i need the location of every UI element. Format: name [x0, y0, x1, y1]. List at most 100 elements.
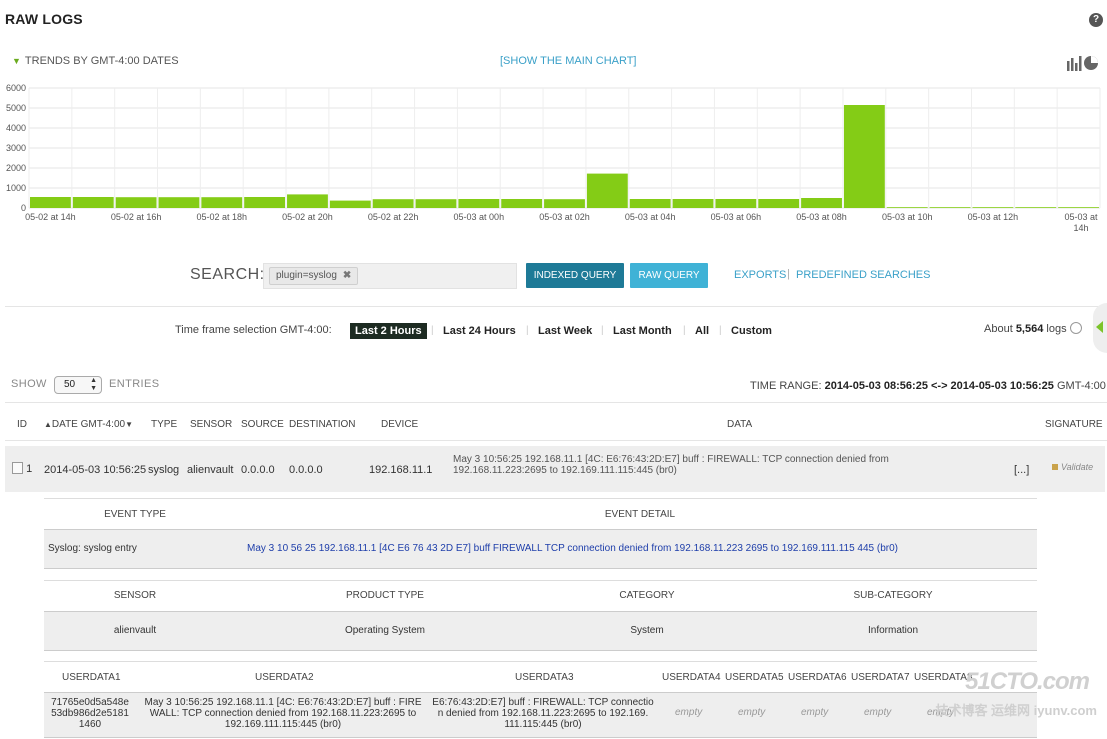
x-tick-label: 05-02 at 18h [197, 212, 248, 222]
category-value: System [630, 625, 664, 636]
timeframe-all[interactable]: All [690, 323, 714, 339]
page-size-select[interactable]: 50 ▲ ▼ [54, 376, 102, 394]
search-input[interactable]: plugin=syslog ✖ [263, 263, 517, 289]
raw-query-button[interactable]: RAW QUERY [630, 263, 708, 288]
col-id[interactable]: ID [17, 419, 27, 430]
userdata5-value: empty [738, 707, 766, 718]
y-tick-label: 1000 [6, 183, 26, 193]
x-tick-label: 05-03 at 12h [968, 212, 1019, 222]
bar [158, 197, 200, 208]
userdata7-header: USERDATA7 [851, 672, 910, 683]
col-sensor[interactable]: SENSOR [190, 419, 232, 430]
watermark-subtitle: 技术博客 运维网 iyunv.com [935, 703, 1097, 718]
col-device[interactable]: DEVICE [381, 419, 418, 430]
sort-desc-icon: ▼ [125, 420, 134, 429]
bar [30, 197, 71, 208]
col-destination[interactable]: DESTINATION [289, 419, 355, 430]
watermark-logo: 51CTO.com [965, 668, 1090, 695]
row-data: May 3 10:56:25 192.168.11.1 [4C: E6:76:4… [453, 454, 889, 476]
side-panel-toggle[interactable] [1093, 303, 1107, 353]
y-tick-label: 6000 [6, 83, 26, 93]
bar [72, 197, 114, 208]
show-main-chart-link[interactable]: [SHOW THE MAIN CHART] [500, 55, 637, 67]
arrow-left-icon [1096, 321, 1103, 333]
bar-chart-icon[interactable] [1067, 55, 1099, 71]
bar [758, 199, 800, 208]
timeframe-custom[interactable]: Custom [726, 323, 777, 339]
row-date: 2014-05-03 10:56:25 [44, 464, 147, 476]
event-detail-header: EVENT DETAIL [604, 509, 676, 520]
x-tick-label: 05-02 at 22h [368, 212, 419, 222]
x-tick-label: 14h [1073, 223, 1088, 233]
userdata4-value: empty [675, 707, 703, 718]
bar [629, 199, 671, 208]
userdata1-value: 71765e0d5a548e 53db986d2e5181 1460 [51, 697, 129, 730]
row-id: 1 [12, 462, 32, 475]
product-type-value: Operating System [344, 625, 426, 636]
userdata5-header: USERDATA5 [725, 672, 784, 683]
userdata4-header: USERDATA4 [662, 672, 721, 683]
userdata8-header: USERDATA8 [914, 672, 973, 683]
search-tag[interactable]: plugin=syslog ✖ [269, 267, 359, 285]
col-type[interactable]: TYPE [151, 419, 177, 430]
bar [1015, 207, 1057, 208]
event-detail-value: May 3 10 56 25 192.168.11.1 [4C E6 76 43… [247, 543, 899, 554]
x-tick-label: 05-03 at 06h [711, 212, 762, 222]
sub-category-header: SUB-CATEGORY [853, 590, 933, 601]
divider [44, 661, 1037, 662]
chart-type-icons[interactable] [1067, 55, 1099, 74]
x-tick-label: 05-02 at 20h [282, 212, 333, 222]
search-label: SEARCH: [190, 266, 265, 283]
bar [287, 194, 328, 208]
row-source: 0.0.0.0 [241, 464, 275, 476]
bar [1058, 207, 1099, 208]
x-tick-label: 05-02 at 14h [25, 212, 76, 222]
userdata1-header: USERDATA1 [62, 672, 121, 683]
timeframe-separator: | [719, 325, 722, 336]
validate-link[interactable]: Validate [1052, 462, 1093, 472]
predefined-searches-link[interactable]: PREDEFINED SEARCHES [796, 269, 930, 281]
remove-tag-icon[interactable]: ✖ [343, 270, 351, 281]
x-tick-label: 05-03 at 00h [454, 212, 505, 222]
row-more-link[interactable]: [...] [1014, 464, 1029, 476]
event-type-value: Syslog: syslog entry [48, 543, 137, 554]
x-tick-label: 05-03 at 02h [539, 212, 590, 222]
timeframe-separator: | [601, 325, 604, 336]
bar [329, 200, 371, 208]
bar [929, 207, 971, 208]
bar [801, 198, 842, 208]
category-header: CATEGORY [619, 590, 675, 601]
col-source[interactable]: SOURCE [241, 419, 284, 430]
stepper-icon: ▲ ▼ [90, 377, 97, 392]
timeframe-last-month[interactable]: Last Month [608, 323, 677, 339]
col-date[interactable]: ▲DATE GMT-4:00▼ [44, 419, 133, 430]
bar [372, 199, 414, 208]
userdata6-header: USERDATA6 [788, 672, 847, 683]
help-icon[interactable]: ? [1089, 13, 1103, 27]
show-label: SHOW [11, 378, 47, 390]
x-tick-label: 05-03 at 04h [625, 212, 676, 222]
search-tag-label: plugin=syslog [276, 270, 337, 281]
divider [44, 498, 1037, 499]
timeframe-last-week[interactable]: Last Week [533, 323, 597, 339]
timeframe-last-2-hours[interactable]: Last 2 Hours [350, 323, 427, 339]
indexed-query-button[interactable]: INDEXED QUERY [526, 263, 624, 288]
info-icon[interactable] [1069, 322, 1082, 334]
bar [115, 197, 157, 208]
exports-link[interactable]: EXPORTS [734, 269, 786, 281]
y-tick-label: 5000 [6, 103, 26, 113]
x-tick-label: 05-03 at 08h [796, 212, 847, 222]
col-data[interactable]: DATA [727, 419, 752, 430]
timeframe-label: Time frame selection GMT-4:00: [175, 324, 332, 336]
y-tick-label: 4000 [6, 123, 26, 133]
userdata3-value: E6:76:43:2D:E7] buff : FIREWALL: TCP con… [432, 697, 654, 730]
userdata3-header: USERDATA3 [515, 672, 574, 683]
col-signature[interactable]: SIGNATURE [1045, 419, 1103, 430]
row-sensor: alienvault [187, 464, 234, 476]
bar [586, 173, 628, 208]
x-tick-label: 05-03 at [1064, 212, 1098, 222]
bar [715, 199, 757, 208]
trends-toggle[interactable]: ▼ TRENDS BY GMT-4:00 DATES [12, 55, 179, 67]
timeframe-last-24-hours[interactable]: Last 24 Hours [438, 323, 521, 339]
timeframe-separator: | [526, 325, 529, 336]
